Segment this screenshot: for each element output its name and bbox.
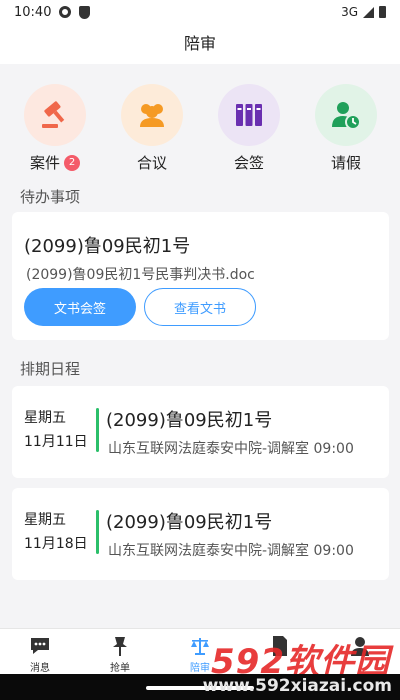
quick-action-deliberation-label: 合议 <box>136 154 167 172</box>
todo-document-name[interactable]: (2099)鲁09民初1号民事判决书.doc <box>26 264 255 284</box>
user-clock-icon <box>315 84 377 146</box>
quick-action-cases[interactable]: 案件 2 <box>15 84 95 173</box>
schedule-indicator <box>96 408 99 452</box>
quick-action-countersign[interactable]: 会签 <box>209 84 289 173</box>
quick-action-deliberation[interactable]: 合议 <box>112 84 192 173</box>
quick-action-countersign-label: 会签 <box>233 154 264 172</box>
schedule-weekday: 星期五 <box>24 410 66 426</box>
scales-icon <box>188 635 212 657</box>
todo-card[interactable]: (2099)鲁09民初1号 (2099)鲁09民初1号民事判决书.doc 文书会… <box>12 212 389 340</box>
quick-action-leave[interactable]: 请假 <box>306 84 386 173</box>
schedule-weekday: 星期五 <box>24 512 66 528</box>
schedule-place: 山东互联网法庭泰安中院-调解室 09:00 <box>108 543 354 559</box>
schedule-date: 星期五 11月18日 <box>24 508 88 556</box>
chat-icon <box>28 635 52 657</box>
schedule-day: 11月11日 <box>24 434 88 450</box>
schedule-section-title: 排期日程 <box>20 360 81 378</box>
watermark-url: www.592xiazai.com <box>202 676 392 696</box>
todo-case-number: (2099)鲁09民初1号 <box>24 236 191 257</box>
tab-messages-label: 消息 <box>30 663 50 674</box>
network-label: 3G <box>341 5 358 19</box>
pin-icon <box>108 635 132 657</box>
schedule-place: 山东互联网法庭泰安中院-调解室 09:00 <box>108 441 354 457</box>
cases-label-text: 案件 <box>29 154 60 172</box>
quick-actions: 案件 2 合议 会签 请假 <box>0 68 400 178</box>
settings-gear-icon <box>59 6 72 18</box>
tab-messages[interactable]: 消息 <box>0 631 80 674</box>
shield-icon <box>79 5 91 19</box>
quick-action-leave-label: 请假 <box>330 154 361 172</box>
schedule-case-number: (2099)鲁09民初1号 <box>106 512 273 533</box>
tab-grab-orders-label: 抢单 <box>110 663 130 674</box>
schedule-item[interactable]: 星期五 11月11日 (2099)鲁09民初1号 山东互联网法庭泰安中院-调解室… <box>12 386 389 478</box>
tab-grab-orders[interactable]: 抢单 <box>80 631 160 674</box>
todo-section-title: 待办事项 <box>20 188 81 206</box>
countersign-document-button[interactable]: 文书会签 <box>24 288 136 326</box>
schedule-day: 11月18日 <box>24 536 88 552</box>
view-document-button[interactable]: 查看文书 <box>144 288 256 326</box>
gavel-icon <box>24 84 86 146</box>
schedule-indicator <box>96 510 99 554</box>
status-right: 3G <box>341 5 386 19</box>
people-icon <box>121 84 183 146</box>
quick-action-cases-label: 案件 2 <box>30 152 80 173</box>
cases-badge: 2 <box>64 154 80 171</box>
schedule-item[interactable]: 星期五 11月18日 (2099)鲁09民初1号 山东互联网法庭泰安中院-调解室… <box>12 488 389 580</box>
binders-icon <box>218 84 280 146</box>
signal-icon <box>363 6 374 18</box>
schedule-date: 星期五 11月11日 <box>24 406 88 454</box>
status-bar: 10:40 3G <box>0 0 400 24</box>
schedule-case-number: (2099)鲁09民初1号 <box>106 410 273 431</box>
page-title: 陪审 <box>0 24 400 64</box>
battery-icon <box>379 6 386 18</box>
status-time: 10:40 <box>14 4 52 20</box>
